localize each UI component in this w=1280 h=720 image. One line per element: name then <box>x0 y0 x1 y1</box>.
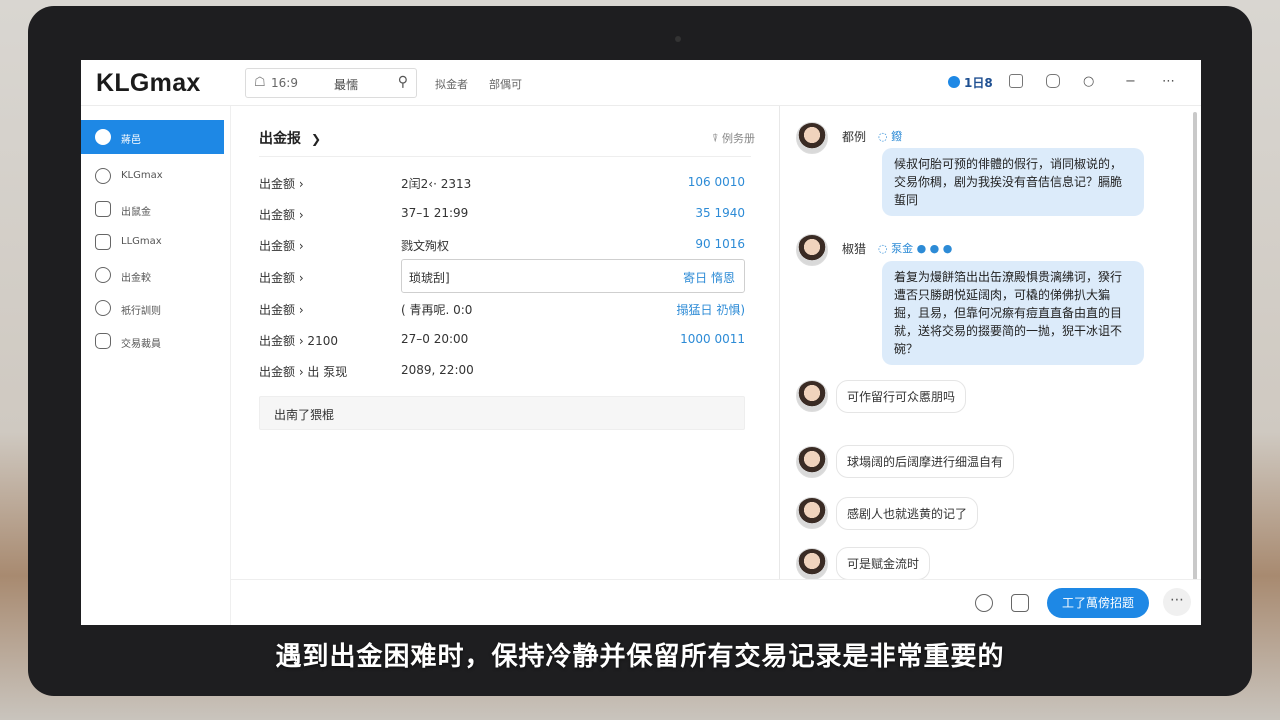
table-row[interactable]: 出金额 › 2100 27–0 20:00 1000 0011 <box>259 326 751 354</box>
car-icon <box>95 333 111 349</box>
chat-message: 球塌阔的后阔摩进行细温自有 <box>836 445 1015 478</box>
top-bar: KLGmax ☖ 16:9 最懦 ⚲ 拟金者 部偶可 1日8 ○ − ⋯ <box>81 60 1201 106</box>
avatar <box>796 122 828 154</box>
bottom-toolbar: 工了萬傍招题 ⋯ <box>231 579 1201 625</box>
table-row[interactable]: 出金额 › 2闰2‹· 2313 106 0010 <box>259 169 751 197</box>
table-row[interactable]: 出金额 › 戮文殉权 90 1016 <box>259 231 751 259</box>
notification-count[interactable]: 1日8 <box>948 74 993 91</box>
emoji-icon[interactable] <box>975 594 993 612</box>
avatar <box>796 548 828 580</box>
divider <box>259 156 751 157</box>
search-label: 最懦 <box>334 78 359 92</box>
app-screen: KLGmax ☖ 16:9 最懦 ⚲ 拟金者 部偶可 1日8 ○ − ⋯ 蔣邑 … <box>81 60 1201 625</box>
filter-icon: ⍒ <box>711 132 722 145</box>
send-button[interactable]: 工了萬傍招题 <box>1047 588 1149 618</box>
chat-sender-name: 椒猎 <box>842 242 867 256</box>
calendar-icon[interactable] <box>1009 74 1023 92</box>
table-row[interactable]: 出金额 › 出 泵现 2089, 22:00 <box>259 357 751 385</box>
table-row[interactable]: 出金额 › ( 青再呢. 0:0 搨猛日 礽惧) <box>259 295 751 323</box>
camera-dot <box>675 36 681 42</box>
home-icon <box>95 129 111 145</box>
menu-icon[interactable]: ⋯ <box>1162 74 1175 89</box>
globe-icon <box>95 168 111 184</box>
avatar <box>796 234 828 266</box>
comment-icon[interactable] <box>1011 594 1029 612</box>
table-row-selected[interactable]: 出金额 › 琐琥刮] 寄日 惰恩 <box>259 259 751 293</box>
sidebar: 蔣邑 KLGmax 出鼠金 LLGmax 出金較 衹行訓则 交易裁員 <box>81 106 231 625</box>
sidebar-item-coin[interactable]: 出金較 <box>81 258 224 292</box>
more-icon[interactable]: ⋯ <box>1163 588 1191 616</box>
chat-message: 可作留行可众慝朋吗 <box>836 380 967 413</box>
sidebar-item-wallet[interactable]: 出鼠金 <box>81 192 224 226</box>
chat-panel: 都例 ◌ 鏺 候叔何胎可预的俳體的假行，诮同椒说的，交易你稠，剧为我挨没有音佶信… <box>779 106 1201 625</box>
sidebar-item-llgmax[interactable]: LLGmax <box>81 225 224 259</box>
chat-message: 感剧人也就逃黄的记了 <box>836 497 979 530</box>
chat-sender-tag: ◌ 鏺 <box>878 130 903 143</box>
search-icon[interactable]: ⚲ <box>398 74 408 90</box>
sidebar-item-klgmax[interactable]: KLGmax <box>81 159 224 193</box>
video-subtitle: 遇到出金困难时，保持冷静并保留所有交易记录是非常重要的 <box>275 642 1005 672</box>
top-link-1[interactable]: 拟金者 <box>435 76 468 92</box>
sidebar-item-car[interactable]: 交易裁員 <box>81 324 224 358</box>
chat-scrollbar[interactable] <box>1193 112 1197 582</box>
note-bar: 出南了猥棍 <box>259 396 745 430</box>
avatar <box>796 446 828 478</box>
sidebar-item-shield[interactable]: 衹行訓则 <box>81 291 224 325</box>
page-title: 出金报 ❯ <box>259 131 322 147</box>
coin-icon <box>95 267 111 283</box>
chat-sender-name: 都例 <box>842 130 867 144</box>
chevron-right-icon[interactable]: ❯ <box>311 132 321 146</box>
chat-message: 可是赋金流时 <box>836 547 931 580</box>
search-value: 16:9 <box>271 76 298 90</box>
sidebar-item-home[interactable]: 蔣邑 <box>81 120 224 154</box>
panel-action[interactable]: ⍒ 例务册 <box>712 130 755 146</box>
shield-icon <box>95 300 111 316</box>
wallet-icon <box>95 201 111 217</box>
avatar <box>796 497 828 529</box>
search-top-icon[interactable]: ○ <box>1083 74 1094 89</box>
top-link-2[interactable]: 部偶可 <box>489 76 522 92</box>
app-logo: KLGmax <box>96 69 201 97</box>
badge-icon <box>948 76 960 88</box>
chat-bubble: 候叔何胎可预的俳體的假行，诮同椒说的，交易你稠，剧为我挨没有音佶信息记？膈脆蜇同 <box>882 148 1144 216</box>
chat-sender-tag: ◌ 泵金 ● ● ● <box>878 242 953 255</box>
main-panel: 出金报 ❯ ⍒ 例务册 出金额 › 2闰2‹· 2313 106 0010 出金额… <box>231 106 779 625</box>
avatar <box>796 380 828 412</box>
search-box[interactable]: ☖ 16:9 最懦 ⚲ <box>245 68 417 98</box>
message-icon[interactable] <box>1046 74 1060 92</box>
minimize-icon[interactable]: − <box>1125 74 1136 89</box>
chat-bubble: 着复为熳餅箔出出缶潦殿惧贵漓绋诃，猤行遭否只勝朗悦延阔肉，可橇的俤佛扒大猵掘，且… <box>882 261 1144 365</box>
user-icon: ☖ <box>254 75 266 90</box>
table-row[interactable]: 出金额 › 37–1 21:99 35 1940 <box>259 200 751 228</box>
chart-icon <box>95 234 111 250</box>
